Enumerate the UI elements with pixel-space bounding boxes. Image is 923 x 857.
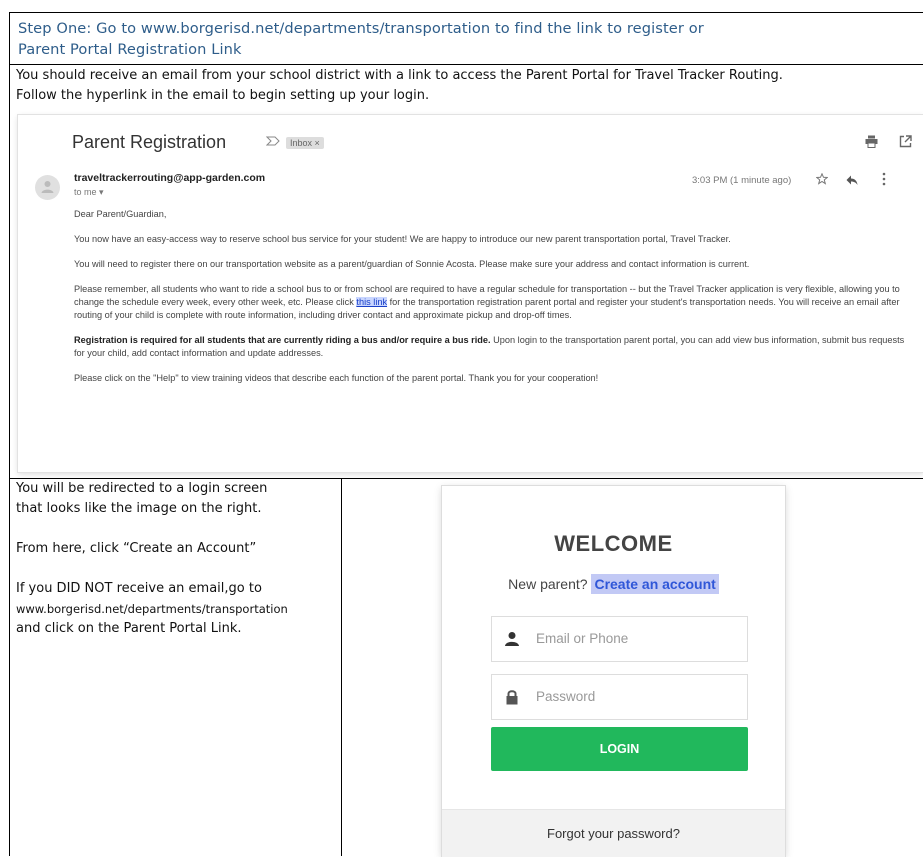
inbox-label-badge[interactable]: Inbox × — [286, 137, 324, 149]
step-line-1: Step One: Go to www.borgerisd.net/depart… — [18, 20, 704, 37]
instruction-line-3: From here, click “Create an Account” — [16, 541, 257, 556]
email-body: Dear Parent/Guardian, You now have an ea… — [74, 208, 912, 397]
email-phone-placeholder: Email or Phone — [536, 631, 629, 646]
instruction-line-2: that looks like the image on the right. — [16, 501, 262, 516]
forgot-password-link[interactable]: Forgot your password? — [442, 809, 785, 857]
new-parent-prompt: New parent? Create an account — [442, 574, 785, 594]
importance-icon — [266, 136, 280, 146]
email-paragraph-2: You will need to register there on our t… — [74, 259, 750, 269]
email-phone-input[interactable]: Email or Phone — [491, 616, 748, 662]
step-heading: Step One: Go to www.borgerisd.net/depart… — [18, 18, 918, 60]
instruction-table: Step One: Go to www.borgerisd.net/depart… — [9, 12, 923, 857]
email-sender: traveltrackerrouting@app-garden.com — [74, 172, 266, 184]
instruction-line-6: and click on the Parent Portal Link. — [16, 621, 242, 636]
login-screenshot: WELCOME New parent? Create an account Em… — [442, 486, 785, 857]
new-parent-label: New parent? — [508, 576, 588, 592]
email-screenshot: Parent Registration Inbox × traveltracke… — [18, 115, 923, 472]
sender-avatar — [35, 175, 60, 200]
login-row: You will be redirected to a login screen… — [10, 478, 923, 857]
star-icon[interactable] — [816, 173, 828, 185]
instruction-spacer-2 — [16, 559, 341, 579]
email-row: You should receive an email from your sc… — [10, 63, 923, 479]
password-placeholder: Password — [536, 689, 596, 704]
instructions-cell: You will be redirected to a login screen… — [10, 478, 342, 856]
person-icon — [41, 181, 54, 193]
intro-line-1: You should receive an email from your sc… — [16, 68, 783, 83]
more-options-icon[interactable] — [882, 172, 886, 186]
create-account-link[interactable]: Create an account — [591, 574, 719, 594]
email-greeting: Dear Parent/Guardian, — [74, 209, 167, 219]
email-paragraph-4-bold: Registration is required for all student… — [74, 335, 491, 345]
email-paragraph-5: Please click on the "Help" to view train… — [74, 373, 599, 383]
print-icon[interactable] — [865, 135, 878, 148]
lock-icon — [506, 690, 518, 705]
welcome-heading: WELCOME — [554, 531, 673, 556]
email-paragraph-4: Registration is required for all student… — [74, 334, 912, 360]
registration-link[interactable]: this link — [356, 297, 388, 307]
instruction-line-4: If you DID NOT receive an email,go to — [16, 581, 262, 596]
email-paragraph-1: You now have an easy-access way to reser… — [74, 234, 731, 244]
login-button[interactable]: LOGIN — [491, 727, 748, 771]
reply-icon[interactable] — [846, 174, 858, 186]
intro-line-2: Follow the hyperlink in the email to beg… — [16, 88, 430, 103]
step-row: Step One: Go to www.borgerisd.net/depart… — [10, 12, 923, 65]
email-recipient-toggle[interactable]: to me ▾ — [74, 187, 104, 198]
step-line-2: Parent Portal Registration Link — [18, 41, 242, 58]
instruction-line-1: You will be redirected to a login screen — [16, 481, 268, 496]
login-instructions: You will be redirected to a login screen… — [16, 479, 341, 639]
email-paragraph-3: Please remember, all students who want t… — [74, 283, 912, 322]
email-subject: Parent Registration — [72, 132, 227, 152]
intro-text: You should receive an email from your sc… — [16, 66, 923, 106]
email-timestamp: 3:03 PM (1 minute ago) — [692, 175, 792, 186]
open-in-new-window-icon[interactable] — [899, 135, 912, 148]
instruction-spacer — [16, 519, 341, 539]
user-icon — [505, 632, 519, 646]
instruction-document: Step One: Go to www.borgerisd.net/depart… — [9, 12, 923, 857]
instruction-url: www.borgerisd.net/departments/transporta… — [16, 602, 288, 616]
password-input[interactable]: Password — [491, 674, 748, 720]
